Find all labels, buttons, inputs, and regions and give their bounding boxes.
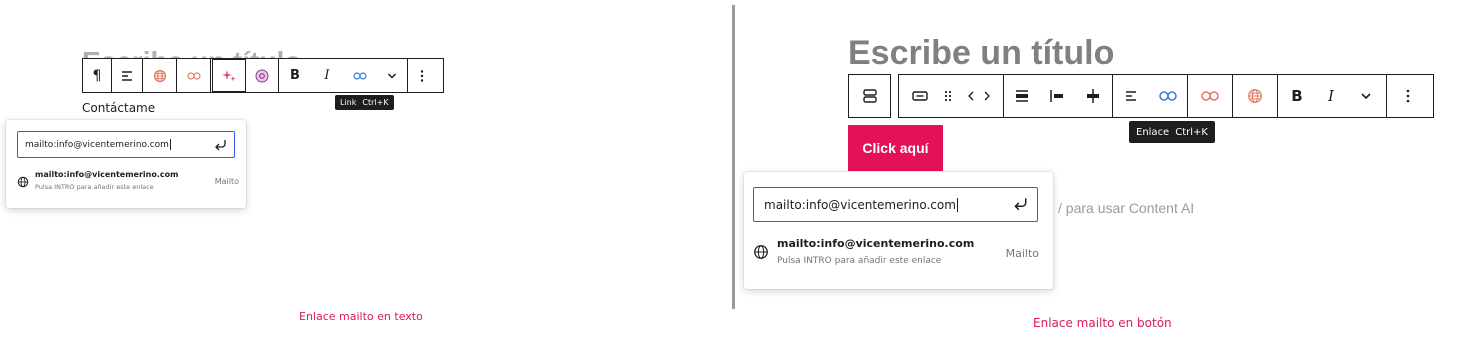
link-url-value: mailto:info@vicentemerino.com	[25, 139, 169, 150]
bold-icon: B	[290, 68, 300, 83]
caption-text: Enlace mailto en botón	[1033, 316, 1172, 330]
globe-icon	[17, 176, 29, 188]
link-url-value: mailto:info@vicentemerino.com	[764, 197, 956, 212]
paragraph-text[interactable]: Contáctame	[82, 101, 155, 115]
suggestion-hint: Pulsa INTRO para añadir este enlace	[35, 183, 154, 191]
translate-button[interactable]	[143, 59, 176, 92]
align-left-icon	[122, 70, 132, 81]
text-cursor	[956, 197, 958, 212]
link-popover: mailto:info@vicentemerino.com mailto:inf…	[6, 120, 246, 208]
mention-button[interactable]	[246, 59, 278, 92]
buttons-block-button[interactable]	[849, 75, 890, 117]
bold-icon: B	[1291, 87, 1303, 105]
justify-center-button[interactable]	[1004, 75, 1040, 117]
unlink-icon	[1201, 91, 1219, 101]
justify-space-button[interactable]	[1074, 75, 1112, 117]
suggestion-type: Mailto	[1005, 247, 1039, 260]
align-center-icon	[1016, 90, 1028, 102]
block-type-toolbar	[848, 74, 891, 118]
chevron-down-icon	[387, 72, 397, 79]
link-tooltip: Enlace Ctrl+K	[1129, 121, 1215, 143]
globe-icon	[754, 245, 768, 259]
divider	[732, 5, 735, 309]
more-options-icon	[420, 69, 424, 82]
suggestion-title: mailto:info@vicentemerino.com	[35, 170, 179, 179]
more-formatting-button[interactable]	[1346, 75, 1386, 117]
link-tooltip: Link Ctrl+K	[335, 95, 394, 110]
suggestion-title: mailto:info@vicentemerino.com	[777, 237, 975, 250]
tooltip-shortcut: Ctrl+K	[362, 98, 389, 107]
options-button[interactable]	[408, 59, 436, 92]
tooltip-label: Enlace	[1136, 126, 1170, 138]
drag-handle-icon	[944, 90, 952, 102]
link-suggestion[interactable]: mailto:info@vicentemerino.com Pulsa INTR…	[17, 170, 239, 191]
align-left-bar-icon	[1050, 90, 1063, 102]
button-block-button[interactable]	[899, 75, 941, 117]
chevron-down-icon	[1361, 93, 1371, 100]
link-suggestion[interactable]: mailto:info@vicentemerino.com Pulsa INTR…	[753, 237, 1043, 266]
unlink-button[interactable]	[1188, 75, 1232, 117]
pilcrow-icon: ¶	[92, 67, 102, 84]
text-cursor	[169, 139, 171, 150]
block-toolbar: ¶ B I	[82, 58, 444, 93]
options-button[interactable]	[1387, 75, 1429, 117]
justify-left-button[interactable]	[1040, 75, 1074, 117]
link-button[interactable]	[1149, 75, 1187, 117]
suggestion-type: Mailto	[214, 177, 239, 186]
link-url-input[interactable]: mailto:info@vicentemerino.com	[753, 187, 1038, 222]
link-button[interactable]	[343, 59, 377, 92]
italic-icon: I	[324, 68, 330, 83]
button-icon	[912, 91, 928, 101]
link-icon	[353, 71, 367, 80]
block-toolbar: B I	[898, 74, 1434, 118]
paragraph-block-button[interactable]: ¶	[83, 59, 111, 92]
button-block-icon	[862, 89, 877, 103]
bold-button[interactable]: B	[1278, 75, 1316, 117]
align-vertical-center-icon	[1087, 89, 1099, 103]
at-sign-icon	[255, 69, 269, 82]
link-icon	[1159, 91, 1177, 101]
drag-handle[interactable]	[941, 75, 955, 117]
link-popover: mailto:info@vicentemerino.com mailto:inf…	[744, 172, 1053, 289]
submit-enter-icon[interactable]	[213, 139, 227, 151]
click-button[interactable]: Click aquí	[848, 125, 943, 171]
tooltip-label: Link	[340, 98, 357, 107]
italic-icon: I	[1328, 87, 1334, 105]
globe-icon	[153, 69, 166, 82]
button-label: Click aquí	[862, 140, 929, 156]
tooltip-shortcut: Ctrl+K	[1175, 126, 1208, 138]
text-align-button[interactable]	[1113, 75, 1149, 117]
bold-button[interactable]: B	[279, 59, 311, 92]
content-ai-hint: / para usar Content AI	[1058, 200, 1195, 216]
italic-button[interactable]: I	[311, 59, 343, 92]
align-button[interactable]	[112, 59, 142, 92]
more-options-icon	[1406, 89, 1410, 103]
suggestion-hint: Pulsa INTRO para añadir este enlace	[777, 256, 942, 266]
link-icon	[186, 71, 201, 80]
align-left-icon	[1126, 91, 1136, 101]
link-url-input[interactable]: mailto:info@vicentemerino.com	[17, 131, 235, 158]
unlink-button[interactable]	[177, 59, 210, 92]
more-formatting-button[interactable]	[377, 59, 407, 92]
move-button[interactable]	[955, 75, 1003, 117]
post-title[interactable]: Escribe un título	[848, 34, 1114, 73]
sparkle-icon	[222, 69, 236, 81]
move-arrows-icon	[968, 91, 990, 101]
globe-icon	[1248, 89, 1262, 103]
submit-enter-icon[interactable]	[1012, 197, 1028, 211]
italic-button[interactable]: I	[1316, 75, 1346, 117]
translate-button[interactable]	[1233, 75, 1277, 117]
caption-text: Enlace mailto en texto	[299, 310, 423, 323]
ai-button[interactable]	[212, 59, 246, 92]
